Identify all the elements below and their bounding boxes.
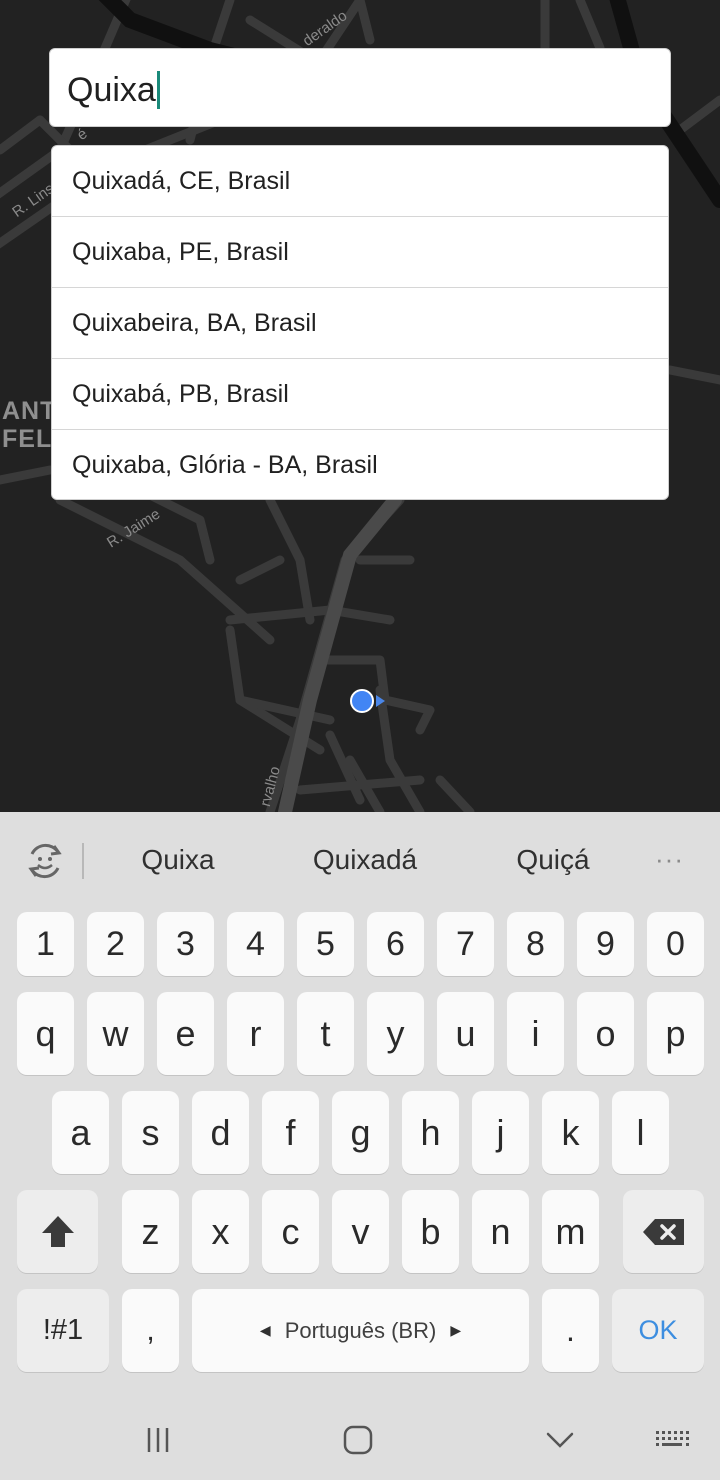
key-n[interactable]: n	[472, 1190, 529, 1273]
language-prev-icon: ◀	[259, 1322, 271, 1338]
key-5[interactable]: 5	[297, 912, 354, 976]
language-label: Português (BR)	[284, 1317, 437, 1343]
system-nav-bar	[0, 1402, 720, 1480]
key-s[interactable]: s	[122, 1091, 179, 1174]
prediction-word[interactable]: Quixa	[88, 844, 268, 876]
prediction-bar: Quixa Quixadá Quiçá ···	[0, 812, 720, 910]
search-input[interactable]: Quixa	[49, 48, 671, 127]
autocomplete-item[interactable]: Quixabá, PB, Brasil	[52, 359, 668, 430]
ok-key[interactable]: OK	[612, 1289, 704, 1372]
keyboard-icon	[656, 1431, 689, 1446]
key-q[interactable]: q	[17, 992, 74, 1075]
key-h[interactable]: h	[402, 1091, 459, 1174]
key-i[interactable]: i	[507, 992, 564, 1075]
more-predictions-button[interactable]: ···	[655, 844, 684, 875]
heading-arrow-icon	[376, 695, 385, 707]
home-button[interactable]	[338, 1420, 378, 1460]
language-next-icon: ▶	[450, 1322, 462, 1338]
key-o[interactable]: o	[577, 992, 634, 1075]
key-y[interactable]: y	[367, 992, 424, 1075]
search-input-text: Quixa	[67, 71, 156, 109]
autocomplete-item[interactable]: Quixadá, CE, Brasil	[52, 146, 668, 217]
key-f[interactable]: f	[262, 1091, 319, 1174]
text-cursor	[156, 71, 160, 109]
current-location-dot[interactable]	[350, 689, 374, 713]
key-z[interactable]: z	[122, 1190, 179, 1273]
key-2[interactable]: 2	[87, 912, 144, 976]
key-9[interactable]: 9	[577, 912, 634, 976]
key-r[interactable]: r	[227, 992, 284, 1075]
keyboard-toggle-button[interactable]	[652, 1420, 692, 1460]
key-e[interactable]: e	[157, 992, 214, 1075]
autocomplete-list: Quixadá, CE, Brasil Quixaba, PE, Brasil …	[51, 145, 669, 500]
key-7[interactable]: 7	[437, 912, 494, 976]
key-v[interactable]: v	[332, 1190, 389, 1273]
prediction-word[interactable]: Quiçá	[463, 844, 643, 876]
home-icon	[343, 1425, 373, 1455]
key-c[interactable]: c	[262, 1190, 319, 1273]
key-8[interactable]: 8	[507, 912, 564, 976]
key-6[interactable]: 6	[367, 912, 424, 976]
prediction-word[interactable]: Quixadá	[275, 844, 455, 876]
search-input-value: Quixa	[67, 71, 160, 109]
key-j[interactable]: j	[472, 1091, 529, 1174]
key-w[interactable]: w	[87, 992, 144, 1075]
symbols-key[interactable]: !#1	[17, 1289, 109, 1372]
on-screen-keyboard: Quixa Quixadá Quiçá ··· 1 2 3 4 5 6 7 8 …	[0, 812, 720, 1402]
backspace-key[interactable]	[623, 1190, 704, 1273]
key-p[interactable]: p	[647, 992, 704, 1075]
key-d[interactable]: d	[192, 1091, 249, 1174]
key-a[interactable]: a	[52, 1091, 109, 1174]
key-3[interactable]: 3	[157, 912, 214, 976]
recent-apps-button[interactable]	[138, 1420, 178, 1460]
key-k[interactable]: k	[542, 1091, 599, 1174]
shift-arrow-icon	[41, 1215, 74, 1247]
key-1[interactable]: 1	[17, 912, 74, 976]
key-l[interactable]: l	[612, 1091, 669, 1174]
key-4[interactable]: 4	[227, 912, 284, 976]
key-t[interactable]: t	[297, 992, 354, 1075]
backspace-icon	[642, 1218, 684, 1245]
prediction-divider	[82, 843, 84, 879]
back-button[interactable]	[540, 1420, 580, 1460]
comma-key[interactable]: ,	[122, 1289, 179, 1372]
predictive-text-icon[interactable]	[24, 840, 66, 882]
key-x[interactable]: x	[192, 1190, 249, 1273]
period-key[interactable]: .	[542, 1289, 599, 1372]
autocomplete-item[interactable]: Quixabeira, BA, Brasil	[52, 288, 668, 359]
key-g[interactable]: g	[332, 1091, 389, 1174]
key-b[interactable]: b	[402, 1190, 459, 1273]
back-icon	[546, 1432, 574, 1448]
recent-apps-icon	[147, 1428, 169, 1452]
autocomplete-item[interactable]: Quixaba, Glória - BA, Brasil	[52, 430, 668, 499]
shift-key[interactable]	[17, 1190, 98, 1273]
space-key[interactable]: ◀ Português (BR) ▶	[192, 1289, 529, 1372]
key-0[interactable]: 0	[647, 912, 704, 976]
key-u[interactable]: u	[437, 992, 494, 1075]
autocomplete-item[interactable]: Quixaba, PE, Brasil	[52, 217, 668, 288]
key-m[interactable]: m	[542, 1190, 599, 1273]
